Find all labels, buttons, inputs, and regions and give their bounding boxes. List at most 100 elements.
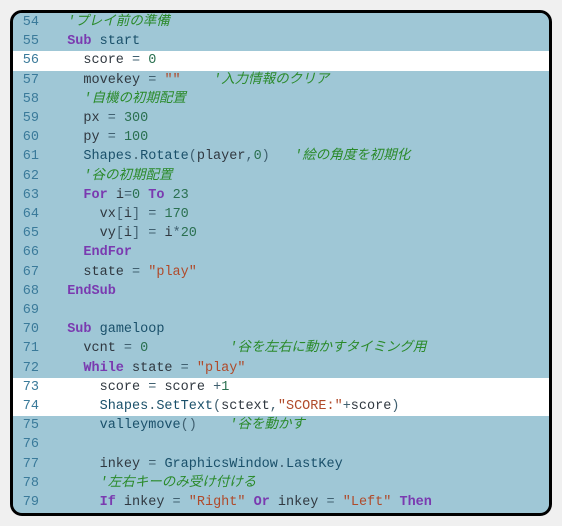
token <box>124 361 132 376</box>
token: 20 <box>181 226 197 241</box>
token <box>51 226 100 241</box>
code-content[interactable]: EndSub <box>47 282 549 301</box>
code-content[interactable]: score = score +1 <box>47 378 549 397</box>
token: 23 <box>173 188 189 203</box>
code-line[interactable]: 68 EndSub <box>13 282 549 301</box>
token <box>51 437 100 452</box>
token: "SCORE:" <box>278 399 343 414</box>
token: = <box>132 53 140 68</box>
token <box>51 495 100 510</box>
token: [ <box>116 207 124 222</box>
token <box>132 341 140 356</box>
line-number: 68 <box>13 282 47 301</box>
code-line[interactable]: 64 vx[i] = 170 <box>13 205 549 224</box>
code-content[interactable]: '左右キーのみ受け付ける <box>47 474 549 493</box>
code-line[interactable]: 61 Shapes.Rotate(player,0) '絵の角度を初期化 <box>13 147 549 166</box>
code-line[interactable]: 55 Sub start <box>13 32 549 51</box>
code-content[interactable]: px = 300 <box>47 109 549 128</box>
token: gameloop <box>100 322 165 337</box>
code-line[interactable]: 73 score = score +1 <box>13 378 549 397</box>
code-line[interactable]: 79 If inkey = "Right" Or inkey = "Left" … <box>13 493 549 512</box>
token: '自機の初期配置 <box>83 92 186 107</box>
code-line[interactable]: 69 <box>13 301 549 320</box>
code-line[interactable]: 76 <box>13 435 549 454</box>
code-line[interactable]: 65 vy[i] = i*20 <box>13 224 549 243</box>
token: score <box>83 53 124 68</box>
token <box>181 495 189 510</box>
code-line[interactable]: 71 vcnt = 0 '谷を左右に動かすタイミング用 <box>13 339 549 358</box>
token: '左右キーのみ受け付ける <box>100 476 257 491</box>
token <box>51 34 67 49</box>
code-content[interactable] <box>47 435 549 454</box>
code-content[interactable]: vy[i] = i*20 <box>47 224 549 243</box>
code-content[interactable]: '谷の初期配置 <box>47 167 549 186</box>
token: Shapes <box>83 149 132 164</box>
token: + <box>343 399 351 414</box>
code-content[interactable]: Sub gameloop <box>47 320 549 339</box>
token: 1 <box>221 380 229 395</box>
code-content[interactable]: inkey = GraphicsWindow.LastKey <box>47 455 549 474</box>
token <box>51 149 83 164</box>
code-content[interactable]: Shapes.Rotate(player,0) '絵の角度を初期化 <box>47 147 549 166</box>
token: 0 <box>132 188 140 203</box>
token: "" <box>164 73 180 88</box>
token: While <box>83 361 124 376</box>
code-content[interactable]: score = 0 <box>47 51 549 70</box>
code-line[interactable]: 67 state = "play" <box>13 263 549 282</box>
code-line[interactable]: 77 inkey = GraphicsWindow.LastKey <box>13 455 549 474</box>
code-line[interactable]: 66 EndFor <box>13 243 549 262</box>
code-content[interactable]: While state = "play" <box>47 359 549 378</box>
token <box>51 92 83 107</box>
code-content[interactable]: movekey = "" '入力情報のクリア <box>47 71 549 90</box>
code-line[interactable]: 72 While state = "play" <box>13 359 549 378</box>
token <box>51 476 100 491</box>
code-content[interactable]: state = "play" <box>47 263 549 282</box>
token <box>51 245 83 260</box>
token: "Left" <box>343 495 392 510</box>
token <box>100 111 108 126</box>
token: ( <box>213 399 221 414</box>
code-line[interactable]: 57 movekey = "" '入力情報のクリア <box>13 71 549 90</box>
token <box>51 15 67 30</box>
code-content[interactable]: py = 100 <box>47 128 549 147</box>
token: inkey <box>278 495 319 510</box>
code-line[interactable]: 59 px = 300 <box>13 109 549 128</box>
code-line[interactable]: 62 '谷の初期配置 <box>13 167 549 186</box>
line-number: 73 <box>13 378 47 397</box>
code-content[interactable] <box>47 301 549 320</box>
code-content[interactable]: EndFor <box>47 243 549 262</box>
code-content[interactable]: '自機の初期配置 <box>47 90 549 109</box>
code-line[interactable]: 60 py = 100 <box>13 128 549 147</box>
token: i <box>124 207 132 222</box>
code-line[interactable]: 74 Shapes.SetText(sctext,"SCORE:"+score) <box>13 397 549 416</box>
token: * <box>173 226 181 241</box>
code-editor[interactable]: 54 'プレイ前の準備55 Sub start56 score = 057 mo… <box>10 10 552 516</box>
token: state <box>132 361 173 376</box>
code-content[interactable]: For i=0 To 23 <box>47 186 549 205</box>
code-line[interactable]: 63 For i=0 To 23 <box>13 186 549 205</box>
code-line[interactable]: 58 '自機の初期配置 <box>13 90 549 109</box>
token: "play" <box>197 361 246 376</box>
line-number: 67 <box>13 263 47 282</box>
code-content[interactable]: 'プレイ前の準備 <box>47 13 549 32</box>
code-line[interactable]: 54 'プレイ前の準備 <box>13 13 549 32</box>
code-content[interactable]: Sub start <box>47 32 549 51</box>
token: start <box>100 34 141 49</box>
token <box>51 53 83 68</box>
token <box>92 34 100 49</box>
code-content[interactable]: vcnt = 0 '谷を左右に動かすタイミング用 <box>47 339 549 358</box>
code-content[interactable]: vx[i] = 170 <box>47 205 549 224</box>
code-line[interactable]: 78 '左右キーのみ受け付ける <box>13 474 549 493</box>
code-content[interactable]: valleymove() '谷を動かす <box>47 416 549 435</box>
token: 0 <box>254 149 262 164</box>
token: If <box>100 495 116 510</box>
token: Rotate <box>140 149 189 164</box>
code-line[interactable]: 75 valleymove() '谷を動かす <box>13 416 549 435</box>
token: sctext <box>221 399 270 414</box>
code-line[interactable]: 56 score = 0 <box>13 51 549 70</box>
token: py <box>83 130 99 145</box>
code-content[interactable]: If inkey = "Right" Or inkey = "Left" The… <box>47 493 549 512</box>
code-content[interactable]: Shapes.SetText(sctext,"SCORE:"+score) <box>47 397 549 416</box>
code-line[interactable]: 70 Sub gameloop <box>13 320 549 339</box>
token: score <box>351 399 392 414</box>
